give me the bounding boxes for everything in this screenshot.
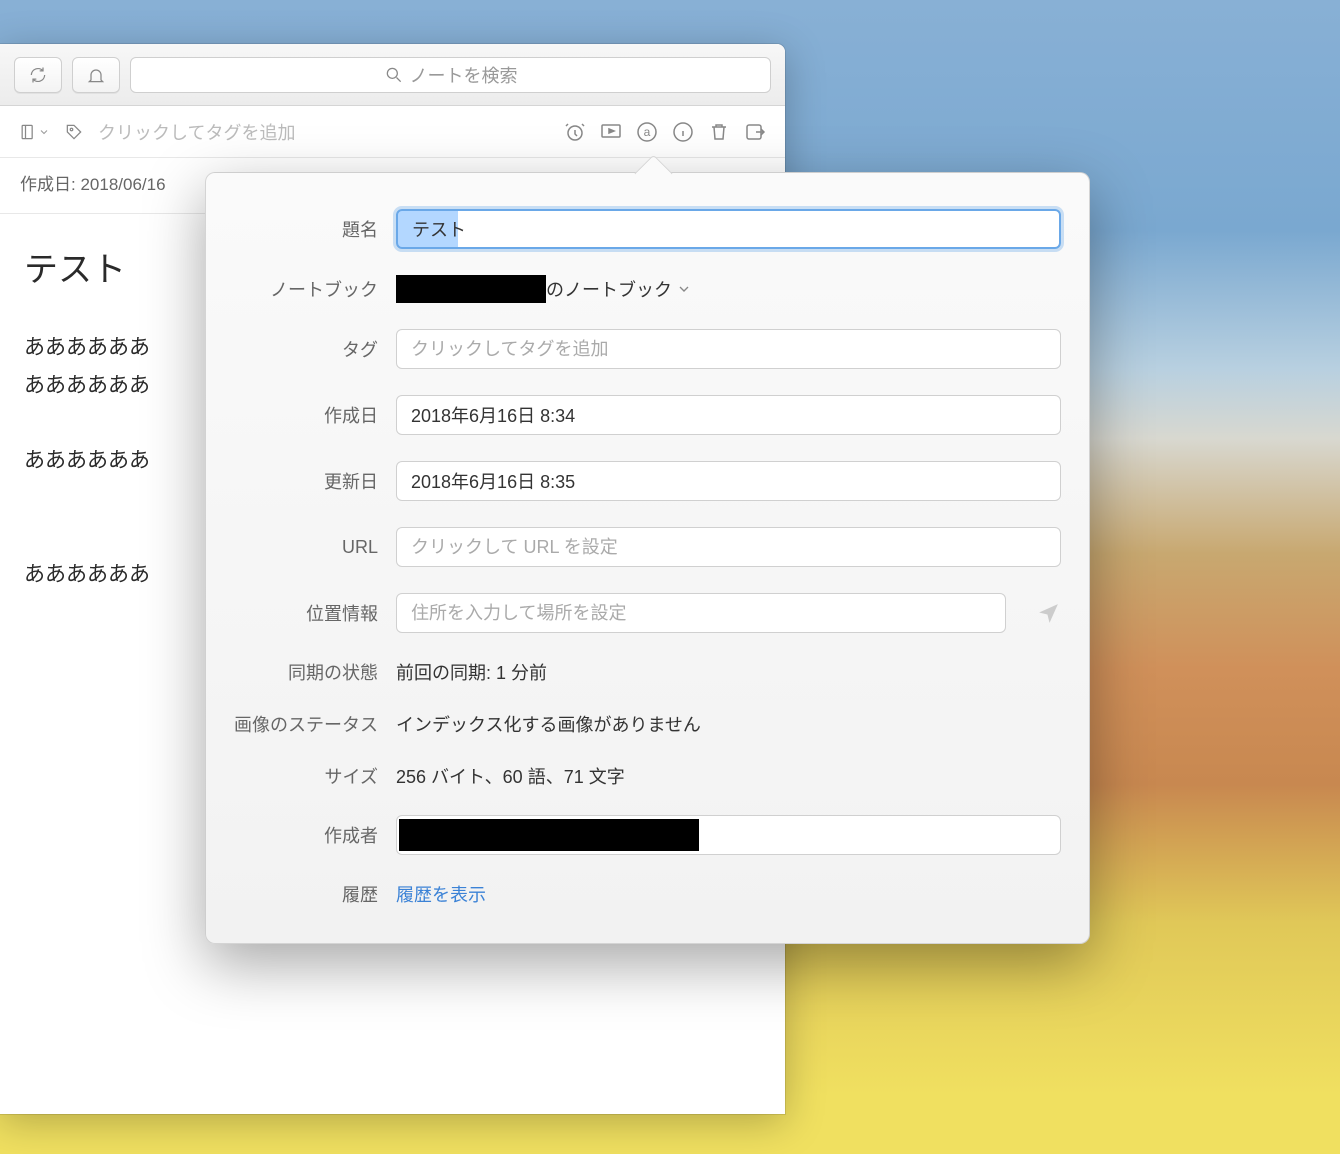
created-date-value: 2018/06/16 <box>80 175 165 194</box>
size-value: 256 バイト、60 語、71 文字 <box>396 763 1061 789</box>
alarm-icon <box>563 120 587 144</box>
sync-label: 同期の状態 <box>218 659 378 685</box>
title-label: 題名 <box>218 216 378 242</box>
notebook-selector[interactable]: のノートブック <box>396 275 1061 303</box>
title-input[interactable] <box>396 209 1061 249</box>
reminder-button[interactable] <box>563 120 587 144</box>
search-icon <box>384 65 404 85</box>
author-input[interactable] <box>396 815 1061 855</box>
sync-button[interactable] <box>14 57 62 93</box>
notebook-icon <box>18 122 38 142</box>
created-input[interactable] <box>396 395 1061 435</box>
updated-input[interactable] <box>396 461 1061 501</box>
info-button[interactable] <box>671 120 695 144</box>
bell-icon <box>86 65 106 85</box>
notebook-picker[interactable] <box>18 122 50 142</box>
image-status-label: 画像のステータス <box>218 711 378 737</box>
notebook-name-redacted <box>396 275 546 303</box>
toolbar: ノートを検索 <box>0 44 785 106</box>
presentation-icon <box>599 120 623 144</box>
tag-icon <box>64 122 84 142</box>
updated-label: 更新日 <box>218 468 378 494</box>
history-link[interactable]: 履歴を表示 <box>396 881 486 907</box>
tag-input[interactable] <box>396 329 1061 369</box>
tag-add-placeholder[interactable]: クリックしてタグを追加 <box>98 119 295 145</box>
author-label: 作成者 <box>218 822 378 848</box>
created-date-label: 作成日: <box>20 175 76 194</box>
present-button[interactable] <box>599 120 623 144</box>
share-button[interactable] <box>743 120 767 144</box>
size-label: サイズ <box>218 763 378 789</box>
tag-icon-button[interactable] <box>64 122 84 142</box>
tag-label: タグ <box>218 336 378 362</box>
annotate-button[interactable]: a <box>635 120 659 144</box>
search-input[interactable]: ノートを検索 <box>130 57 771 93</box>
sync-value: 前回の同期: 1 分前 <box>396 659 1061 685</box>
note-info-popover: 題名 ノートブック のノートブック タグ 作成日 更新日 URL 位置情報 同期… <box>205 172 1090 944</box>
chevron-down-icon <box>38 126 50 138</box>
image-status-value: インデックス化する画像がありません <box>396 711 1061 737</box>
url-input[interactable] <box>396 527 1061 567</box>
sync-icon <box>28 65 48 85</box>
trash-button[interactable] <box>707 120 731 144</box>
notebook-label: ノートブック <box>218 276 378 302</box>
created-label: 作成日 <box>218 402 378 428</box>
svg-text:a: a <box>644 125 651 139</box>
notifications-button[interactable] <box>72 57 120 93</box>
location-arrow-icon[interactable] <box>1036 601 1061 626</box>
notebook-suffix: のノートブック <box>546 276 672 302</box>
author-redacted <box>399 819 699 851</box>
history-label: 履歴 <box>218 881 378 907</box>
info-icon <box>671 120 695 144</box>
url-label: URL <box>218 537 378 558</box>
location-label: 位置情報 <box>218 600 378 626</box>
trash-icon <box>707 120 731 144</box>
chevron-down-icon <box>676 281 692 297</box>
search-placeholder: ノートを検索 <box>410 62 518 88</box>
share-icon <box>743 120 767 144</box>
note-toolbar: クリックしてタグを追加 a <box>0 106 785 158</box>
location-input[interactable] <box>396 593 1006 633</box>
annotate-icon: a <box>635 120 659 144</box>
